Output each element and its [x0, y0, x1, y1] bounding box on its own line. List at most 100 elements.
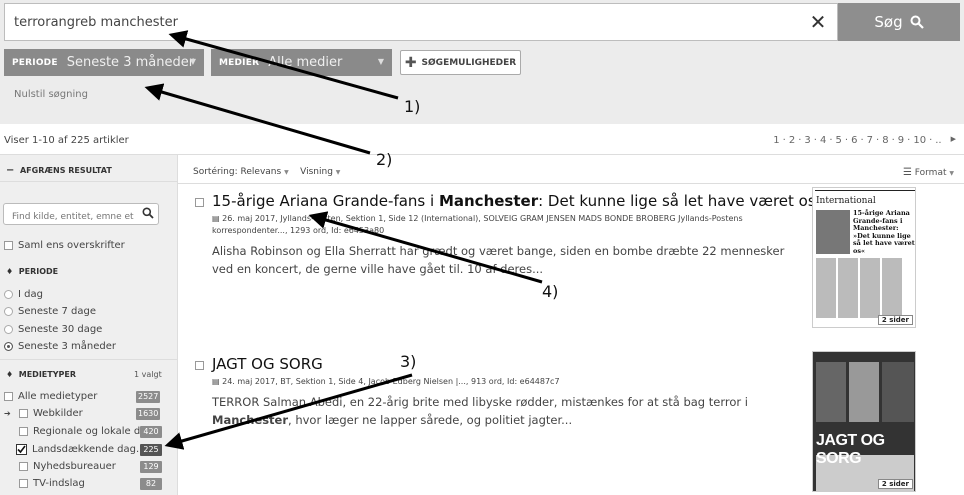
- medietype-label: TV-indslag: [33, 478, 85, 489]
- medietype-tv[interactable]: TV-indslag: [19, 478, 85, 489]
- article-thumbnail[interactable]: JAGT OG SORG 2 sider: [812, 351, 916, 492]
- page-separator: ·: [860, 135, 864, 146]
- snippet-text: TERROR Salman Abedi, en 22-årig brite me…: [212, 395, 748, 409]
- chevron-down-icon: ▼: [189, 57, 196, 66]
- period-option-today[interactable]: I dag: [4, 289, 43, 300]
- snippet-highlight: Manchester: [212, 413, 289, 427]
- checkbox[interactable]: [19, 479, 28, 488]
- article-snippet: Alisha Robinson og Ella Sherratt har græ…: [212, 244, 785, 276]
- page-separator: ·: [813, 135, 817, 146]
- article-meta-text: 24. maj 2017, BT, Sektion 1, Side 4, Jac…: [222, 377, 560, 386]
- article-title[interactable]: 15-årige Ariana Grande-fans i Manchester…: [212, 192, 816, 210]
- page-link[interactable]: 5: [836, 135, 842, 146]
- medietype-news-agencies[interactable]: Nyhedsbureauer: [19, 461, 116, 472]
- clear-icon[interactable]: ✕: [807, 11, 829, 33]
- medietype-count: 420: [140, 426, 162, 438]
- page-link[interactable]: 4: [820, 135, 826, 146]
- page-link[interactable]: 2: [789, 135, 795, 146]
- page-link[interactable]: ..: [935, 135, 941, 146]
- format-dropdown[interactable]: ☰ Format ▼: [903, 167, 954, 178]
- period-option-3months[interactable]: Seneste 3 måneder: [4, 341, 116, 352]
- sidebar-header-label: AFGRÆNS RESULTAT: [19, 166, 112, 175]
- view-label: Visning: [300, 167, 333, 177]
- medietype-web[interactable]: ➔ Webkilder: [4, 408, 83, 419]
- periode-dropdown-label: PERIODE: [12, 57, 58, 68]
- expand-icon[interactable]: ➔: [4, 409, 14, 418]
- search-header: ✕ Søg PERIODE Seneste 3 måneder ▼ MEDIER…: [0, 0, 964, 124]
- newspaper-icon: ▤: [212, 214, 220, 223]
- search-icon[interactable]: [142, 207, 154, 219]
- article-thumbnail[interactable]: International 15-årige Ariana Grande-fan…: [812, 187, 916, 328]
- view-dropdown[interactable]: Visning ▼: [300, 167, 340, 177]
- checkbox[interactable]: [19, 427, 28, 436]
- search-icon: [910, 15, 924, 29]
- sidebar-search-input[interactable]: [4, 207, 134, 227]
- page-separator: ·: [782, 135, 786, 146]
- medier-dropdown-value: Alle medier: [268, 55, 343, 70]
- sort-label: Sortéring:: [193, 167, 238, 177]
- checkbox[interactable]: [19, 462, 28, 471]
- article-title[interactable]: JAGT OG SORG: [212, 355, 323, 373]
- title-text: 15-årige Ariana Grande-fans i: [212, 192, 439, 210]
- page-separator: ·: [929, 135, 933, 146]
- radio[interactable]: [4, 307, 13, 316]
- page-link[interactable]: 3: [804, 135, 810, 146]
- medietype-label: Nyhedsbureauer: [33, 461, 116, 472]
- next-page-icon[interactable]: ▶: [951, 135, 956, 146]
- medietype-count: 129: [140, 461, 162, 473]
- list-icon: ☰: [902, 167, 912, 178]
- title-text: JAGT OG SORG: [212, 355, 323, 373]
- newspaper-page-thumbnail: [813, 352, 915, 491]
- medietype-label: Regionale og lokale d...: [33, 426, 150, 437]
- merge-headlines-option[interactable]: Saml ens overskrifter: [4, 240, 125, 251]
- page-link[interactable]: 1: [773, 135, 779, 146]
- page-separator: ·: [829, 135, 833, 146]
- pagination: 1 · 2 · 3 · 4 · 5 · 6 · 7 · 8 · 9 · 10 ·.. ▶: [773, 135, 956, 146]
- page-link[interactable]: 9: [898, 135, 904, 146]
- search-options-label: SØGEMULIGHEDER: [421, 57, 517, 68]
- radio[interactable]: [4, 325, 13, 334]
- medietype-count: 2527: [136, 391, 161, 403]
- page-link[interactable]: 8: [882, 135, 888, 146]
- article-checkbox[interactable]: [195, 198, 204, 207]
- checkbox[interactable]: [4, 241, 13, 250]
- pages-badge: 2 sider: [877, 479, 913, 489]
- medietype-regional[interactable]: Regionale og lokale d...: [19, 426, 150, 437]
- medietyper-section-header[interactable]: ♦ MEDIETYPER: [6, 370, 76, 379]
- article-checkbox[interactable]: [195, 361, 204, 370]
- page-separator: ·: [876, 135, 880, 146]
- radio-selected[interactable]: [4, 342, 13, 351]
- checkbox[interactable]: [4, 392, 13, 401]
- pages-badge: 2 sider: [877, 315, 913, 325]
- sort-dropdown[interactable]: Relevans ▼: [241, 167, 289, 177]
- reset-search-link[interactable]: Nulstil søgning: [14, 89, 88, 100]
- chevron-down-icon: ▼: [377, 57, 384, 66]
- title-text: : Det kunne lige så let have været os: [538, 192, 816, 210]
- checkbox[interactable]: [19, 409, 28, 418]
- page-link[interactable]: 7: [867, 135, 873, 146]
- search-button-label: Søg: [874, 13, 903, 31]
- medier-dropdown[interactable]: MEDIER Alle medier ▼: [211, 49, 392, 76]
- sidebar-header[interactable]: − AFGRÆNS RESULTAT: [6, 165, 112, 176]
- page-link[interactable]: 6: [851, 135, 857, 146]
- medietype-count: 225: [140, 444, 162, 456]
- search-options-button[interactable]: ✚ SØGEMULIGHEDER: [400, 50, 521, 75]
- checkbox-checked[interactable]: [16, 444, 27, 455]
- search-input[interactable]: [5, 4, 785, 40]
- page-separator: ·: [844, 135, 849, 146]
- period-option-label: I dag: [18, 289, 43, 300]
- radio[interactable]: [4, 290, 13, 299]
- medietyper-selected-count: 1 valgt: [134, 370, 162, 379]
- search-button[interactable]: Søg: [838, 3, 960, 41]
- page-link[interactable]: 10: [913, 135, 926, 146]
- article-meta: ▤ 24. maj 2017, BT, Sektion 1, Side 4, J…: [212, 376, 804, 388]
- period-option-7days[interactable]: Seneste 7 dage: [4, 306, 96, 317]
- annotation-label-1: 1): [404, 97, 421, 116]
- plus-icon: ✚: [404, 54, 417, 71]
- medietype-national-daily[interactable]: Landsdækkende dag...: [16, 444, 146, 455]
- page-separator: ·: [798, 135, 802, 146]
- medietype-all[interactable]: Alle medietyper: [4, 391, 97, 402]
- periode-section-header[interactable]: ♦ PERIODE: [6, 267, 58, 276]
- period-option-30days[interactable]: Seneste 30 dage: [4, 324, 102, 335]
- periode-dropdown[interactable]: PERIODE Seneste 3 måneder ▼: [4, 49, 204, 76]
